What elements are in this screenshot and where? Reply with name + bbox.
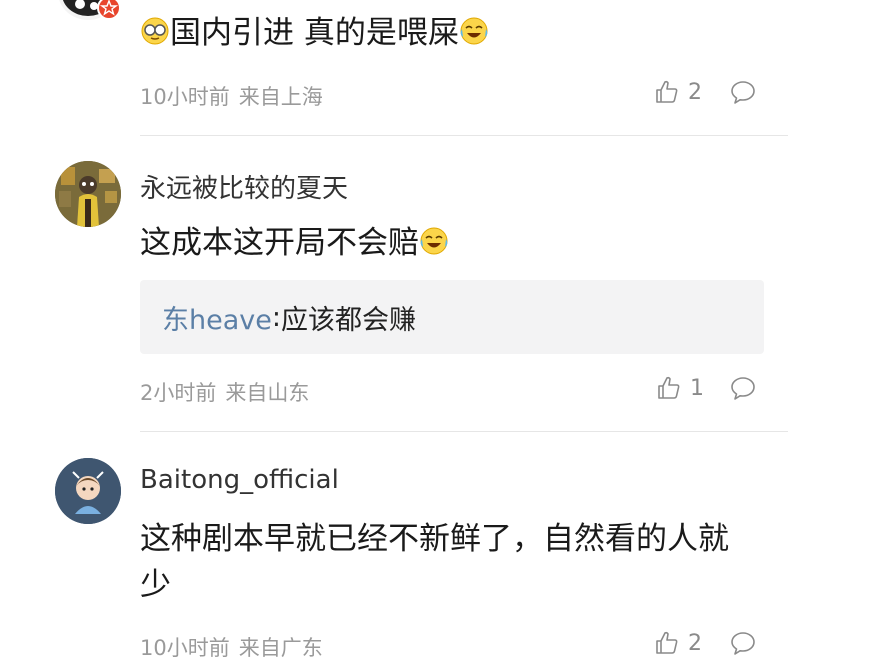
comment-text: 国内引进 真的是喂屎 xyxy=(140,10,780,56)
comment-body: 国内引进 真的是喂屎 xyxy=(170,15,459,51)
comment-bubble-icon xyxy=(731,81,755,104)
comment-meta: 10小时前 来自广东 xyxy=(140,632,323,661)
thumbs-up-icon xyxy=(658,376,680,399)
vip-badge-icon xyxy=(97,0,121,20)
reply-colon: : xyxy=(271,301,281,333)
laugh-cry-emoji-icon xyxy=(420,227,448,255)
like-count: 1 xyxy=(690,375,704,401)
laugh-cry-emoji-icon xyxy=(460,17,488,45)
comment-body: 这成本这开局不会赔 xyxy=(140,225,419,261)
comment-body: 这种剧本早就已经不新鲜了，自然看的人就少 xyxy=(140,521,729,603)
like-button[interactable]: 1 xyxy=(656,375,704,401)
face-emoji-icon xyxy=(141,17,169,45)
comment-meta: 10小时前 来自上海 xyxy=(140,81,323,111)
comment-location: 来自山东 xyxy=(225,381,310,405)
reply-button[interactable] xyxy=(730,79,756,109)
comment-location: 来自广东 xyxy=(238,636,323,660)
comment-bubble-icon xyxy=(731,377,755,400)
username[interactable]: Baitong_official xyxy=(140,465,339,495)
comment-bubble-icon xyxy=(731,632,755,655)
comment-location: 来自上海 xyxy=(238,85,323,109)
like-count: 2 xyxy=(688,630,702,656)
like-button[interactable]: 2 xyxy=(654,630,702,656)
reply-preview[interactable]: 东heave: 应该都会赚 xyxy=(140,280,764,354)
like-count: 2 xyxy=(688,79,702,105)
like-button[interactable]: 2 xyxy=(654,79,702,105)
comment-time: 10小时前 xyxy=(140,85,230,109)
comment-time: 2小时前 xyxy=(140,381,217,405)
username[interactable]: 永远被比较的夏天 xyxy=(140,168,348,205)
comment-meta: 2小时前 来自山东 xyxy=(140,377,309,407)
comment-list: 国内引进 真的是喂屎 10小时前 来自上海 2 永远被比较的夏天 这成本这开局不… xyxy=(0,0,879,661)
comment-text: 这种剧本早就已经不新鲜了，自然看的人就少 xyxy=(140,516,755,608)
reply-text: 应该都会赚 xyxy=(280,304,416,336)
avatar[interactable] xyxy=(55,161,121,227)
avatar[interactable] xyxy=(55,458,121,524)
thumbs-up-icon xyxy=(656,80,678,103)
thumbs-up-icon xyxy=(656,631,678,654)
comment-text: 这成本这开局不会赔 xyxy=(140,220,780,266)
comment-time: 10小时前 xyxy=(140,636,230,660)
reply-button[interactable] xyxy=(730,375,756,405)
reply-button[interactable] xyxy=(730,630,756,660)
divider xyxy=(140,431,788,432)
divider xyxy=(140,135,788,136)
reply-username[interactable]: 东heave xyxy=(162,298,272,337)
